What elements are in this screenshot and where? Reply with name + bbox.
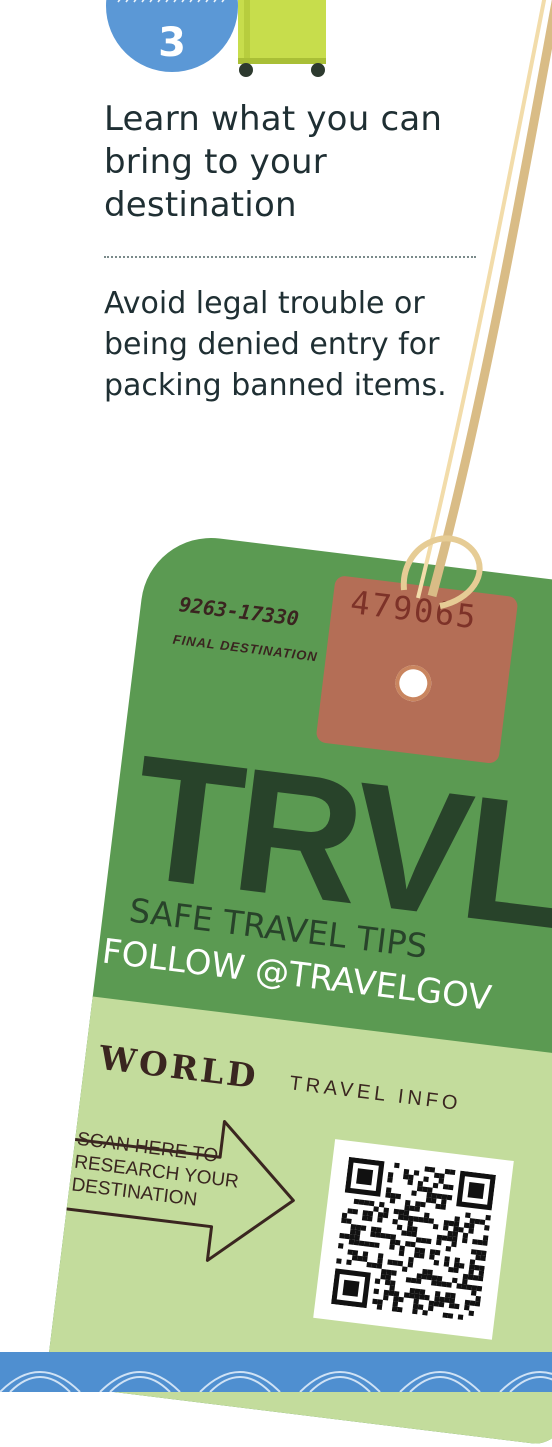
page: { "step": { "number": "3" }, "section": … bbox=[0, 0, 552, 1447]
tag-body: 9263-17330 FINAL DESTINATION 479065 TRVL… bbox=[45, 530, 552, 1447]
step-number-badge: 3 bbox=[106, 0, 238, 72]
section-heading: Learn what you can bring to your destina… bbox=[104, 99, 443, 225]
tag-hole bbox=[393, 663, 434, 704]
decorative-wave-border bbox=[0, 1352, 552, 1392]
suitcase-icon bbox=[238, 0, 326, 77]
final-destination-label: FINAL DESTINATION bbox=[171, 631, 319, 665]
qr-code-pattern bbox=[331, 1156, 496, 1321]
section-body: Avoid legal trouble or being denied entr… bbox=[104, 286, 447, 403]
dotted-divider bbox=[104, 256, 476, 258]
qr-code[interactable] bbox=[313, 1139, 514, 1340]
reinforcement-patch: 479065 bbox=[315, 574, 519, 765]
tag-code: 9263-17330 bbox=[177, 592, 301, 631]
step-number: 3 bbox=[158, 20, 186, 66]
luggage-tag: 9263-17330 FINAL DESTINATION 479065 TRVL… bbox=[45, 530, 552, 1447]
patch-number: 479065 bbox=[348, 583, 480, 637]
